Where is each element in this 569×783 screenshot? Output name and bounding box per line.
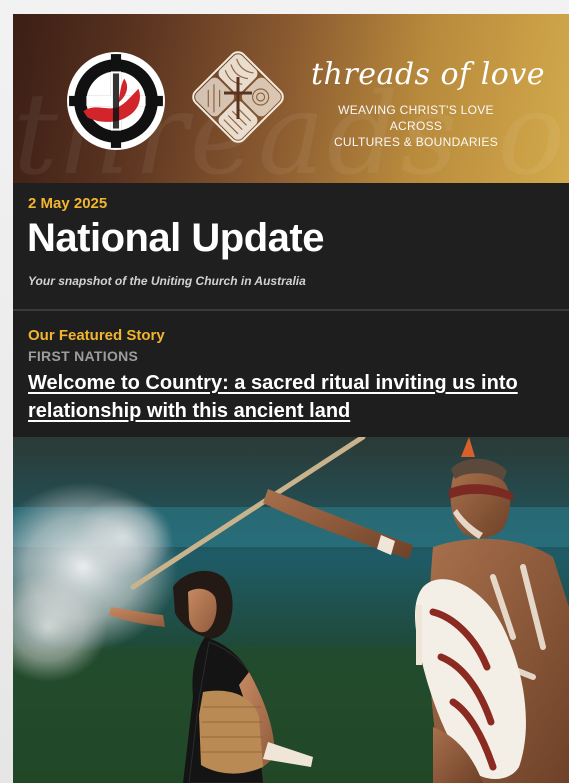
banner: threads of love: [13, 14, 569, 183]
threads-of-love-wordmark: threads of love WEAVING CHRIST'S LOVE AC…: [311, 57, 546, 150]
newsletter-email: threads of love: [13, 14, 569, 783]
issue-date: 2 May 2025: [28, 195, 108, 212]
tagline-line-1: WEAVING CHRIST'S LOVE ACROSS: [338, 103, 494, 133]
page-title: National Update: [27, 216, 324, 260]
featured-category: FIRST NATIONS: [28, 348, 139, 364]
newsletter-header: 2 May 2025 National Update Your snapshot…: [13, 183, 569, 311]
page-background: threads of love: [0, 0, 569, 783]
welcome-to-country-photo-icon: [13, 437, 569, 783]
featured-label: Our Featured Story: [28, 327, 165, 344]
featured-story: Our Featured Story FIRST NATIONS Welcome…: [13, 311, 569, 437]
threads-of-love-tagline: WEAVING CHRIST'S LOVE ACROSS CULTURES & …: [311, 102, 521, 150]
featured-story-photo[interactable]: [13, 437, 569, 783]
featured-headline-link[interactable]: Welcome to Country: a sacred ritual invi…: [28, 369, 558, 425]
threads-of-love-title: threads of love: [311, 57, 546, 92]
threads-of-love-emblem-icon: [192, 51, 284, 143]
tagline-line-2: CULTURES & BOUNDARIES: [333, 135, 499, 149]
uniting-church-logo-icon[interactable]: [65, 50, 167, 152]
page-subtitle: Your snapshot of the Uniting Church in A…: [28, 274, 306, 288]
